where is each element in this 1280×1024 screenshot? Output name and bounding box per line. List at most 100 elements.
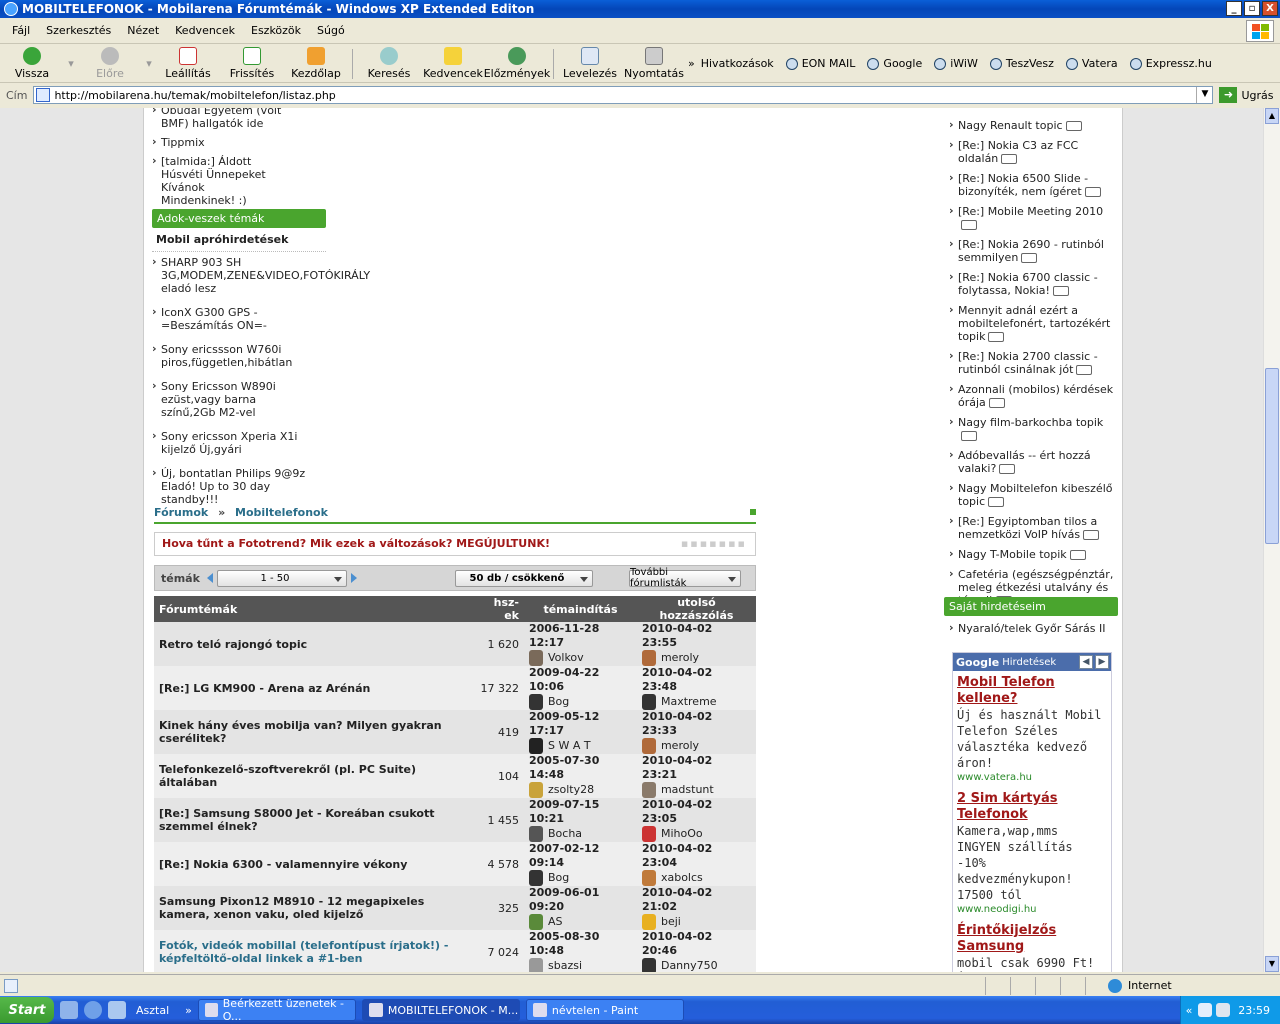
range-select[interactable]: 1 - 50	[217, 569, 347, 587]
tray-expand-chevron[interactable]: «	[1186, 1004, 1193, 1017]
list-item[interactable]: SHARP 903 SH 3G,MODEM,ZENE&VIDEO,FOTÓKIR…	[152, 255, 370, 295]
taskbar-more-chevron[interactable]: »	[185, 1004, 192, 1017]
list-item[interactable]: [talmida:] Áldott Húsvéti Ünnepeket Kívá…	[152, 154, 282, 207]
last-user[interactable]: xabolcs	[661, 871, 703, 885]
menu-favorites[interactable]: Kedvencek	[167, 24, 243, 37]
list-item[interactable]: Nyaraló/telek Győr Sárás II	[949, 621, 1118, 635]
start-user[interactable]: Volkov	[548, 651, 584, 665]
clock[interactable]: 23:59	[1238, 1004, 1270, 1017]
messenger-quicklaunch-icon[interactable]	[108, 1001, 126, 1019]
print-button[interactable]: Nyomtatás	[622, 46, 686, 82]
desktop-toolbar-label[interactable]: Asztal	[136, 1004, 169, 1017]
tray-icon[interactable]	[1198, 1003, 1213, 1017]
list-item[interactable]: Óbudai Egyetem (volt BMF) hallgatók ide	[152, 108, 302, 130]
topic-title[interactable]: Samsung Pixon12 M8910 - 12 megapixeles k…	[154, 886, 474, 930]
task-paint[interactable]: névtelen - Paint	[525, 999, 684, 1021]
start-user[interactable]: sbazsi	[548, 959, 582, 972]
search-button[interactable]: Keresés	[357, 46, 421, 82]
menu-edit[interactable]: Szerkesztés	[38, 24, 119, 37]
start-user[interactable]: AS	[548, 915, 563, 929]
forward-button[interactable]: Előre	[78, 46, 142, 82]
list-item[interactable]: Nagy Mobiltelefon kibeszélő topic	[949, 481, 1114, 508]
menu-tools[interactable]: Eszközök	[243, 24, 309, 37]
task-outlook[interactable]: Beérkezett üzenetek - O...	[197, 997, 356, 1023]
col-posts[interactable]: hsz-ek	[474, 596, 524, 622]
back-button[interactable]: Vissza	[0, 46, 64, 82]
refresh-button[interactable]: Frissítés	[220, 46, 284, 82]
list-item[interactable]: Tippmix	[152, 135, 362, 149]
link-vatera[interactable]: Vatera	[1065, 57, 1118, 70]
history-button[interactable]: Előzmények	[484, 46, 550, 82]
menu-help[interactable]: Súgó	[309, 24, 353, 37]
list-item[interactable]: Nagy Renault topic	[949, 118, 1114, 132]
list-item[interactable]: Mennyit adnál ezért a mobiltelefonért, t…	[949, 303, 1114, 343]
list-item[interactable]: [Re:] Nokia 6500 Slide - bizonyíték, nem…	[949, 171, 1114, 198]
last-user[interactable]: madstunt	[661, 783, 714, 797]
address-dropdown-icon[interactable]: ▼	[1196, 87, 1212, 103]
per-page-select[interactable]: 50 db / csökkenő	[455, 569, 593, 587]
last-user[interactable]: beji	[661, 915, 681, 929]
menu-file[interactable]: Fájl	[4, 24, 38, 37]
list-item[interactable]: Adóbevallás -- ért hozzá valaki?	[949, 448, 1114, 475]
last-user[interactable]: Danny750	[661, 959, 718, 972]
link-eon-mail[interactable]: EON MAIL	[785, 57, 855, 70]
ad-title[interactable]: Mobil Telefon kellene?	[957, 675, 1107, 707]
link-expressz[interactable]: Expressz.hu	[1129, 57, 1212, 70]
window-titlebar[interactable]: MOBILTELEFONOK - Mobilarena Fórumtémák -…	[0, 0, 1280, 18]
list-item[interactable]: [Re:] Mobile Meeting 2010	[949, 204, 1114, 231]
col-started[interactable]: témaindítás	[524, 596, 637, 622]
list-item[interactable]: Sony ericssson W760i piros,független,hib…	[152, 342, 292, 369]
go-button[interactable]: ➜ Ugrás	[1219, 87, 1273, 103]
ad-url[interactable]: www.neodigi.hu	[957, 903, 1107, 917]
close-button[interactable]: X	[1262, 1, 1278, 16]
forward-dropdown[interactable]: ▾	[142, 46, 156, 82]
menu-view[interactable]: Nézet	[119, 24, 167, 37]
start-button[interactable]: Start	[0, 997, 54, 1023]
start-user[interactable]: Bog	[548, 871, 569, 885]
list-item[interactable]: [Re:] Egyiptomban tilos a nemzetközi VoI…	[949, 514, 1114, 541]
ads-subheader[interactable]: Mobil apróhirdetések	[152, 228, 326, 252]
list-item[interactable]: [Re:] Nokia 6700 classic - folytassa, No…	[949, 270, 1114, 297]
toolbar-more-chevron[interactable]: »	[688, 57, 695, 70]
topic-title[interactable]: Fotók, videók mobillal (telefontípust ír…	[154, 930, 474, 972]
promo-text[interactable]: Hova tűnt a Fototrend? Mik ezek a változ…	[162, 537, 550, 550]
home-button[interactable]: Kezdőlap	[284, 46, 348, 82]
link-teszvesz[interactable]: TeszVesz	[989, 57, 1054, 70]
scroll-thumb[interactable]	[1265, 368, 1279, 544]
ad-item[interactable]: Érintőkijelzős Samsung mobil csak 6990 F…	[953, 919, 1111, 972]
address-input[interactable]: http://mobilarena.hu/temak/mobiltelefon/…	[33, 86, 1214, 104]
scroll-down-icon[interactable]: ▼	[1265, 956, 1279, 972]
next-page-icon[interactable]	[351, 573, 357, 583]
next-arrow-icon[interactable]: ▶	[1095, 655, 1109, 669]
ad-item[interactable]: 2 Sim kártyás Telefonok Kamera,wap,mms I…	[953, 787, 1111, 919]
start-user[interactable]: zsolty28	[548, 783, 594, 797]
list-item[interactable]: IconX G300 GPS -=Beszámítás ON=-	[152, 305, 312, 332]
minimize-button[interactable]: _	[1226, 1, 1242, 16]
last-user[interactable]: MihoOo	[661, 827, 703, 841]
list-item[interactable]: Azonnali (mobilos) kérdések órája	[949, 382, 1114, 409]
maximize-button[interactable]: ▫	[1244, 1, 1260, 16]
back-dropdown[interactable]: ▾	[64, 46, 78, 82]
topic-title[interactable]: [Re:] Samsung S8000 Jet - Koreában csuko…	[154, 798, 474, 842]
scroll-up-icon[interactable]: ▲	[1265, 108, 1279, 124]
list-item[interactable]: [Re:] Nokia 2690 - rutinból semmilyen	[949, 237, 1114, 264]
breadcrumb-mobiles[interactable]: Mobiltelefonok	[235, 506, 328, 519]
link-iwiw[interactable]: iWiW	[934, 57, 978, 70]
list-item[interactable]: [Re:] Nokia 2700 classic - rutinból csin…	[949, 349, 1114, 376]
address-url[interactable]: http://mobilarena.hu/temak/mobiltelefon/…	[54, 89, 1196, 102]
topic-title[interactable]: Retro teló rajongó topic	[154, 622, 474, 666]
breadcrumb-forums[interactable]: Fórumok	[154, 506, 208, 519]
ad-item[interactable]: Mobil Telefon kellene? Új és használt Mo…	[953, 671, 1111, 787]
prev-arrow-icon[interactable]: ◀	[1079, 655, 1093, 669]
col-last-post[interactable]: utolsó hozzászólás	[636, 596, 756, 622]
list-item[interactable]: Nagy T-Mobile topik	[949, 547, 1114, 561]
ie-quicklaunch-icon[interactable]	[84, 1001, 102, 1019]
last-user[interactable]: Maxtreme	[661, 695, 717, 709]
volume-icon[interactable]	[1216, 1003, 1231, 1017]
topic-title[interactable]: [Re:] LG KM900 - Arena az Arénán	[154, 666, 474, 710]
ad-title[interactable]: 2 Sim kártyás Telefonok	[957, 791, 1107, 823]
start-user[interactable]: Bog	[548, 695, 569, 709]
list-item[interactable]: Nagy film-barkochba topik	[949, 415, 1114, 442]
ads-header[interactable]: Adok-veszek témák	[152, 209, 326, 228]
favorites-button[interactable]: Kedvencek	[421, 46, 485, 82]
